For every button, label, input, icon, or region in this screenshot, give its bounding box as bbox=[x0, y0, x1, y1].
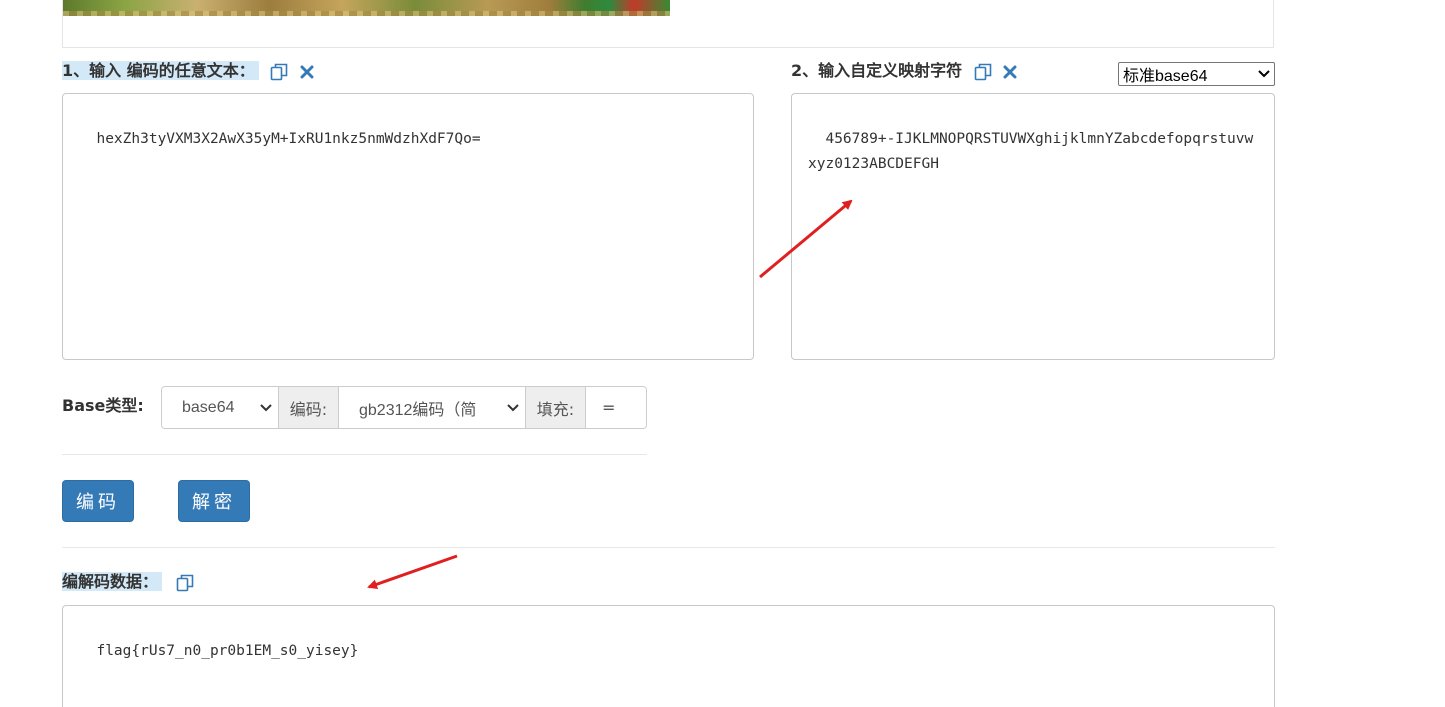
output-section-label: 编解码数据： bbox=[62, 572, 163, 591]
mapping-preset-value: 标准base64 bbox=[1123, 68, 1208, 85]
annotation-arrow bbox=[367, 554, 458, 590]
base-type-label: Base类型: bbox=[62, 396, 144, 415]
mapping-text-value: 456789+-IJKLMNOPQRSTUVWXghijklmnYZabcdef… bbox=[808, 131, 1254, 172]
resize-grip-icon[interactable] bbox=[1262, 347, 1272, 357]
banner-frame bbox=[62, 0, 1274, 48]
mapping-section-label: 2、输入自定义映射字符 bbox=[791, 61, 963, 80]
input-section-header: 1、输入 编码的任意文本： bbox=[62, 61, 314, 81]
chevron-down-icon bbox=[507, 403, 519, 412]
input-text-area[interactable]: hexZh3tyVXM3X2AwX35yM+IxRU1nkz5nmWdzhXdF… bbox=[62, 93, 754, 360]
resize-grip-icon[interactable] bbox=[741, 347, 751, 357]
padding-input[interactable]: = bbox=[586, 387, 646, 428]
decode-button[interactable]: 解密 bbox=[178, 480, 250, 522]
divider bbox=[62, 547, 1275, 548]
divider bbox=[62, 454, 647, 455]
encode-button[interactable]: 编码 bbox=[62, 480, 134, 522]
encoding-label: 编码: bbox=[278, 387, 339, 428]
base-type-value: base64 bbox=[182, 398, 235, 416]
mapping-preset-select[interactable]: 标准base64 bbox=[1118, 62, 1275, 86]
options-input-group: base64 编码: gb2312编码（简 填充: = bbox=[161, 386, 647, 429]
input-section-label: 1、输入 编码的任意文本： bbox=[62, 61, 259, 80]
base-type-select[interactable]: base64 bbox=[162, 387, 278, 428]
banner-image bbox=[63, 0, 670, 16]
copy-icon[interactable] bbox=[974, 63, 992, 81]
padding-label: 填充: bbox=[525, 387, 586, 428]
output-text-value: flag{rUs7_n0_pr0b1EM_s0_yisey} bbox=[96, 643, 359, 659]
clear-icon[interactable] bbox=[1003, 65, 1017, 79]
encoding-select[interactable]: gb2312编码（简 bbox=[339, 387, 525, 428]
copy-icon[interactable] bbox=[270, 63, 288, 81]
mapping-section-header: 2、输入自定义映射字符 bbox=[791, 61, 1017, 81]
output-section-header: 编解码数据： bbox=[62, 572, 194, 592]
encoding-value: gb2312编码（简 bbox=[359, 401, 477, 419]
chevron-down-icon bbox=[260, 403, 272, 412]
mapping-text-area[interactable]: 456789+-IJKLMNOPQRSTUVWXghijklmnYZabcdef… bbox=[791, 93, 1275, 360]
clear-icon[interactable] bbox=[300, 65, 314, 79]
input-text-value: hexZh3tyVXM3X2AwX35yM+IxRU1nkz5nmWdzhXdF… bbox=[96, 131, 481, 147]
copy-icon[interactable] bbox=[176, 574, 194, 592]
chevron-down-icon bbox=[1258, 70, 1270, 78]
output-text-area[interactable]: flag{rUs7_n0_pr0b1EM_s0_yisey} bbox=[62, 605, 1275, 707]
